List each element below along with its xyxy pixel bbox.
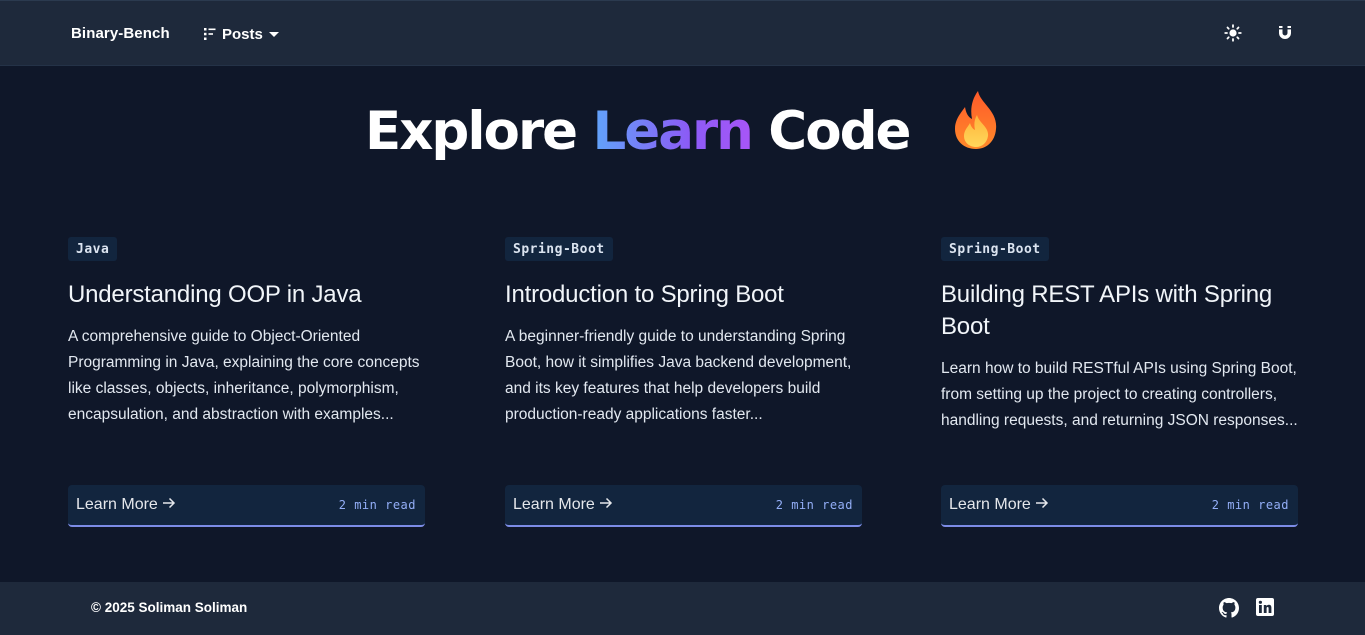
list-icon — [203, 27, 217, 41]
learn-more-label: Learn More — [949, 496, 1031, 513]
post-title[interactable]: Building REST APIs with Spring Boot — [941, 279, 1298, 343]
read-time: 2 min read — [775, 498, 853, 512]
learn-more-button[interactable]: Learn More 2 min read — [941, 485, 1298, 527]
arrow-right-icon — [599, 496, 613, 514]
magnet-icon[interactable] — [1276, 24, 1294, 42]
linkedin-icon[interactable] — [1256, 598, 1276, 618]
brand-link[interactable]: Binary-Bench — [71, 25, 170, 42]
read-time: 2 min read — [338, 498, 416, 512]
posts-menu-label: Posts — [222, 25, 263, 43]
hero-word-explore: Explore — [365, 101, 578, 162]
post-tag[interactable]: Spring-Boot — [941, 237, 1049, 261]
navbar: Binary-Bench Posts — [0, 0, 1365, 66]
post-title[interactable]: Introduction to Spring Boot — [505, 279, 862, 311]
post-description: A beginner-friendly guide to understandi… — [505, 328, 852, 423]
learn-more-button[interactable]: Learn More 2 min read — [505, 485, 862, 527]
post-title[interactable]: Understanding OOP in Java — [68, 279, 425, 311]
hero-word-code: Code — [768, 101, 911, 162]
fire-emoji-icon — [952, 89, 1000, 170]
hero-heading: Explore Learn Code — [0, 90, 1365, 168]
copyright-text: © 2025 Soliman Soliman — [91, 600, 248, 615]
post-card-rest-apis: Spring-Boot Building REST APIs with Spri… — [941, 237, 1298, 527]
caret-down-icon — [268, 29, 280, 39]
learn-more-label: Learn More — [513, 496, 595, 513]
read-time: 2 min read — [1211, 498, 1289, 512]
post-card-oop-java: Java Understanding OOP in Java A compreh… — [68, 237, 425, 527]
post-card-spring-boot-intro: Spring-Boot Introduction to Spring Boot … — [505, 237, 862, 527]
post-tag[interactable]: Java — [68, 237, 118, 261]
github-icon[interactable] — [1219, 598, 1239, 618]
site-footer: © 2025 Soliman Soliman — [0, 582, 1365, 635]
hero-word-learn: Learn — [592, 101, 753, 162]
learn-more-link[interactable]: Learn More — [949, 496, 1049, 514]
learn-more-label: Learn More — [76, 496, 158, 513]
sun-icon[interactable] — [1224, 24, 1242, 42]
arrow-right-icon — [162, 496, 176, 514]
learn-more-link[interactable]: Learn More — [513, 496, 613, 514]
posts-dropdown[interactable]: Posts — [203, 24, 280, 44]
learn-more-link[interactable]: Learn More — [76, 496, 176, 514]
post-description: A comprehensive guide to Object-Oriented… — [68, 328, 420, 423]
post-description: Learn how to build RESTful APIs using Sp… — [941, 360, 1298, 429]
learn-more-button[interactable]: Learn More 2 min read — [68, 485, 425, 527]
post-tag[interactable]: Spring-Boot — [505, 237, 613, 261]
arrow-right-icon — [1035, 496, 1049, 514]
